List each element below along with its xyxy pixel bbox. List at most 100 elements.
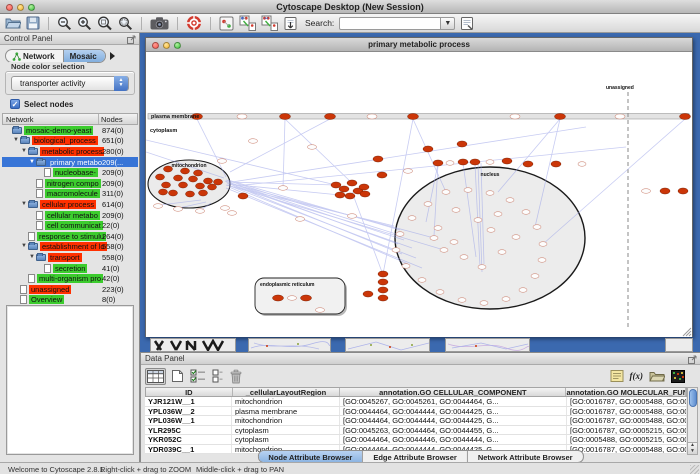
tree-row[interactable]: response to stimulu264(0) bbox=[2, 231, 138, 242]
table-row[interactable]: YPL036W__2plasma membrane[GO:0044464, GO… bbox=[145, 407, 687, 417]
window-resize-grip[interactable] bbox=[683, 328, 691, 336]
open-folder-icon[interactable] bbox=[5, 16, 21, 30]
tree-row[interactable]: ▼cellular process614(0) bbox=[2, 199, 138, 210]
tree-header-network[interactable]: Network bbox=[3, 114, 99, 124]
tree-row[interactable]: multi-organism pro42(0) bbox=[2, 273, 138, 284]
tab-network[interactable]: Network bbox=[6, 50, 63, 62]
tree-row[interactable]: nitrogen compo209(0) bbox=[2, 178, 138, 189]
tree-row[interactable]: ▼transport558(0) bbox=[2, 252, 138, 263]
disclosure-triangle-icon[interactable]: ▼ bbox=[29, 159, 36, 166]
zoom-in-icon[interactable] bbox=[77, 16, 92, 31]
delete-attribute-trash-icon[interactable] bbox=[228, 368, 244, 385]
help-lifering-icon[interactable] bbox=[186, 15, 202, 31]
float-panel-icon[interactable] bbox=[127, 35, 136, 44]
page-icon bbox=[44, 168, 51, 177]
table-row[interactable]: YPL036W__1mitochondrion[GO:0044464, GO:0… bbox=[145, 416, 687, 426]
tree-row[interactable]: ▼metabolic process280(0) bbox=[2, 146, 138, 157]
folder-icon bbox=[28, 148, 38, 155]
tab-edge-attribute-browser[interactable]: Edge Attribute Browser bbox=[362, 451, 466, 462]
disclosure-triangle-icon[interactable]: ▼ bbox=[21, 201, 28, 208]
disclosure-triangle-icon[interactable]: ▼ bbox=[21, 243, 28, 250]
dropdown-stepper-icon: ▲▼ bbox=[114, 76, 128, 91]
mitochondrion-label: mitochondrion bbox=[172, 163, 207, 169]
page-icon bbox=[20, 295, 27, 304]
zoom-selected-icon[interactable] bbox=[118, 16, 133, 31]
status-pan-hint: Middle-click + drag to PAN bbox=[196, 465, 284, 474]
search-label: Search: bbox=[305, 18, 334, 28]
search-options-icon[interactable] bbox=[460, 16, 474, 31]
zoom-out-icon[interactable] bbox=[57, 16, 72, 31]
tab-overflow-arrow-icon[interactable] bbox=[110, 52, 115, 60]
table-vertical-scrollbar[interactable]: ▲▼ bbox=[687, 387, 698, 455]
matrix-view-icon[interactable] bbox=[670, 369, 686, 384]
background-window-fragment[interactable] bbox=[248, 338, 331, 352]
background-window-fragment[interactable] bbox=[150, 338, 236, 352]
tree-row[interactable]: ▼establishment of lo558(0) bbox=[2, 242, 138, 253]
new-attribute-icon[interactable] bbox=[170, 368, 185, 384]
status-zoom-hint: Right-click + drag to ZOOM bbox=[100, 465, 191, 474]
tree-row[interactable]: cell communicat22(0) bbox=[2, 220, 138, 231]
zoom-fit-icon[interactable] bbox=[97, 16, 113, 31]
tree-row[interactable]: cellular metabo209(0) bbox=[2, 210, 138, 221]
table-row[interactable]: YLR295Ccytoplasm[GO:0045263, GO:0044464,… bbox=[145, 426, 687, 436]
tab-mosaic[interactable]: Mosaic bbox=[63, 50, 105, 62]
tree-header-nodes[interactable]: Nodes bbox=[99, 114, 137, 124]
select-nodes-checkbox[interactable]: ✓ bbox=[10, 99, 20, 109]
tab-node-attribute-browser[interactable]: Node Attribute Browser bbox=[258, 451, 362, 462]
disclosure-triangle-icon[interactable]: ▼ bbox=[21, 148, 28, 155]
notepad-icon[interactable] bbox=[609, 368, 625, 384]
network-overview-panel[interactable] bbox=[6, 305, 134, 455]
network-view-window[interactable]: primary metabolic process bbox=[145, 37, 693, 337]
tree-row[interactable]: macromolecule311(0) bbox=[2, 189, 138, 200]
tree-row-selected[interactable]: ▼primary metabo209(... bbox=[2, 157, 138, 168]
select-attributes-icon[interactable] bbox=[189, 368, 207, 384]
attribute-table-icon[interactable] bbox=[145, 368, 166, 385]
column-header-cellular-component[interactable]: annotation.GO CELLULAR_COMPONENT bbox=[340, 388, 566, 396]
import-annotation-icon[interactable] bbox=[283, 16, 298, 31]
scrollbar-thumb[interactable] bbox=[689, 389, 698, 407]
column-header-id[interactable]: ID bbox=[146, 388, 233, 396]
tree-row[interactable]: secretion41(0) bbox=[2, 263, 138, 274]
float-panel-icon[interactable] bbox=[688, 355, 697, 364]
folder-icon bbox=[36, 254, 46, 261]
tree-row[interactable]: ▼biological_process651(0) bbox=[2, 136, 138, 147]
control-panel-title: Control Panel bbox=[4, 34, 52, 43]
layout-region-icon[interactable] bbox=[219, 16, 234, 31]
tree-row[interactable]: Overview8(0) bbox=[2, 295, 138, 306]
scrollbar-arrows[interactable]: ▲▼ bbox=[688, 442, 697, 454]
search-input[interactable] bbox=[339, 17, 441, 30]
import-table-folder-icon[interactable] bbox=[648, 369, 666, 384]
unassigned-label: unassigned bbox=[606, 85, 634, 91]
table-row[interactable]: YKR052Ccytoplasm[GO:0044464, GO:0044446,… bbox=[145, 435, 687, 445]
table-row[interactable]: YJR121W__1mitochondrion[GO:0045267, GO:0… bbox=[145, 397, 687, 407]
tree-row[interactable]: unassigned223(0) bbox=[2, 284, 138, 295]
copy-node-attributes-icon[interactable] bbox=[239, 15, 256, 31]
cytoplasm-label: cytoplasm bbox=[150, 128, 177, 134]
column-header-region[interactable]: _cellularLayoutRegion bbox=[233, 388, 341, 396]
search-dropdown-button[interactable]: ▼ bbox=[441, 17, 455, 30]
background-window-fragment[interactable] bbox=[665, 338, 693, 352]
network-canvas[interactable]: plasma membrane cytoplasm mitochondrion … bbox=[146, 52, 692, 337]
copy-edge-attributes-icon[interactable] bbox=[261, 15, 278, 31]
node-color-dropdown[interactable]: transporter activity ▲▼ bbox=[11, 76, 129, 91]
background-window-fragment[interactable] bbox=[345, 338, 430, 352]
toolbar-separator bbox=[177, 17, 178, 30]
main-toolbar: Search: ▼ bbox=[0, 14, 700, 33]
nucleus-label: nucleus bbox=[481, 172, 500, 178]
tab-network-attribute-browser[interactable]: Network Attribute Browser bbox=[467, 451, 583, 462]
unselect-attributes-icon[interactable] bbox=[211, 368, 224, 384]
disclosure-triangle-icon[interactable]: ▼ bbox=[13, 137, 20, 144]
disclosure-triangle-icon[interactable]: ▼ bbox=[29, 254, 36, 261]
save-icon[interactable] bbox=[26, 16, 40, 30]
tree-row[interactable]: nucleobase-209(0) bbox=[2, 167, 138, 178]
background-window-fragment[interactable] bbox=[445, 338, 530, 352]
app-resize-grip[interactable] bbox=[690, 465, 699, 474]
fx-formula-icon[interactable]: f(x) bbox=[629, 370, 645, 382]
plasma-membrane-label: plasma membrane bbox=[151, 114, 199, 120]
column-header-molecular-function[interactable]: annotation.GO MOLECULAR_FUNCTION bbox=[566, 388, 686, 396]
folder-icon bbox=[36, 159, 46, 166]
mdi-desktop: primary metabolic process bbox=[140, 33, 700, 352]
snapshot-camera-icon[interactable] bbox=[150, 16, 169, 30]
search-box: ▼ bbox=[339, 17, 455, 30]
tree-row[interactable]: mosaic-demo-yeast874(0) bbox=[2, 125, 138, 136]
